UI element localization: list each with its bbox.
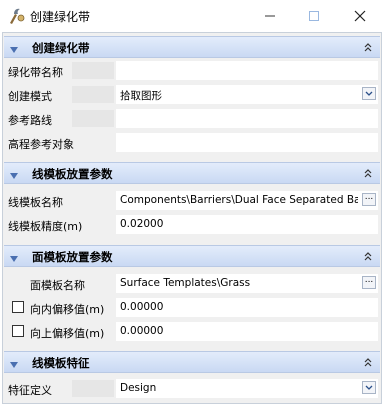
row-reference-path: 参考路线 [4,108,380,130]
section-title: 线模板特征 [32,356,90,370]
field-value: 0.02000 [120,218,164,230]
double-chevron-up-icon[interactable] [362,356,374,368]
field-label: 向上偏移值(m) [30,327,105,340]
minimize-button[interactable] [248,4,292,28]
row-surface-template-name: 面模板名称 Surface Templates\Grass ... [4,273,380,295]
chevron-down-icon[interactable] [362,87,376,100]
row-elevation-reference: 高程参考对象 [4,132,380,154]
ellipsis-icon[interactable]: ... [362,276,376,289]
field-label: 参考路线 [8,114,52,127]
section-title: 线模板放置参数 [32,167,113,181]
close-button[interactable] [338,4,382,28]
line-template-precision-input[interactable]: 0.02000 [116,215,378,234]
field-label: 向内偏移值(m) [30,303,105,316]
close-icon [354,10,366,25]
minimize-icon [264,12,276,25]
label-cell [72,62,114,79]
row-line-template-precision: 线模板精度(m) 0.02000 [4,214,380,236]
create-mode-select[interactable]: 拾取图形 [116,85,378,104]
maximize-button[interactable] [292,4,336,28]
chevron-down-icon[interactable] [362,381,376,394]
field-label: 线模板名称 [8,196,63,209]
field-label: 绿化带名称 [8,66,63,79]
field-value: 0.00000 [120,301,164,313]
triangle-down-icon [9,359,19,368]
triangle-down-icon [9,44,19,53]
field-label: 特征定义 [8,384,52,397]
triangle-down-icon [9,253,19,262]
section-header-features[interactable]: 线模板特征 [4,351,380,373]
inward-offset-checkbox[interactable] [12,301,24,313]
field-value: Components\Barriers\Dual Face Separated … [120,194,358,206]
label-cell [72,86,114,103]
row-greenbelt-name: 绿化带名称 [4,60,380,82]
field-value: Design [120,382,157,394]
section-header-line-template[interactable]: 线模板放置参数 [4,162,380,184]
row-inward-offset: 向内偏移值(m) 0.00000 [4,297,380,319]
tool-icon [6,6,26,26]
double-chevron-up-icon[interactable] [362,167,374,179]
section-title: 面模板放置参数 [32,250,113,264]
field-label: 面模板名称 [30,279,85,292]
field-label: 线模板精度(m) [8,220,83,233]
field-label: 创建模式 [8,90,52,103]
window-title: 创建绿化带 [30,10,91,24]
line-template-name-input[interactable]: Components\Barriers\Dual Face Separated … [116,191,378,210]
ellipsis-icon[interactable]: ... [362,193,376,206]
field-value: Surface Templates\Grass [120,277,251,289]
double-chevron-up-icon[interactable] [362,250,374,262]
label-cell [72,110,114,127]
row-create-mode: 创建模式 拾取图形 [4,84,380,106]
triangle-down-icon [9,170,19,179]
reference-path-input[interactable] [116,109,378,128]
greenbelt-name-input[interactable] [116,61,378,80]
surface-template-name-input[interactable]: Surface Templates\Grass ... [116,274,378,293]
feature-definition-select[interactable]: Design [116,379,378,398]
upward-offset-checkbox[interactable] [12,325,24,337]
title-bar: 创建绿化带 [0,0,384,32]
section-header-create[interactable]: 创建绿化带 [4,36,380,58]
upward-offset-input[interactable]: 0.00000 [116,322,378,341]
section-title: 创建绿化带 [32,41,90,55]
label-cell [72,380,114,397]
double-chevron-up-icon[interactable] [362,41,374,53]
section-header-surface-template[interactable]: 面模板放置参数 [4,245,380,267]
elevation-reference-input[interactable] [116,133,378,152]
maximize-icon [308,11,320,25]
field-label: 高程参考对象 [8,138,74,151]
dialog-body: 创建绿化带 绿化带名称 创建模式 拾取图形 参考路线 高程参考对象 线模板放置参… [2,32,382,404]
row-feature-definition: 特征定义 Design [4,378,380,400]
field-value: 0.00000 [120,325,164,337]
row-line-template-name: 线模板名称 Components\Barriers\Dual Face Sepa… [4,190,380,212]
field-value: 拾取图形 [120,90,162,102]
inward-offset-input[interactable]: 0.00000 [116,298,378,317]
row-upward-offset: 向上偏移值(m) 0.00000 [4,321,380,343]
